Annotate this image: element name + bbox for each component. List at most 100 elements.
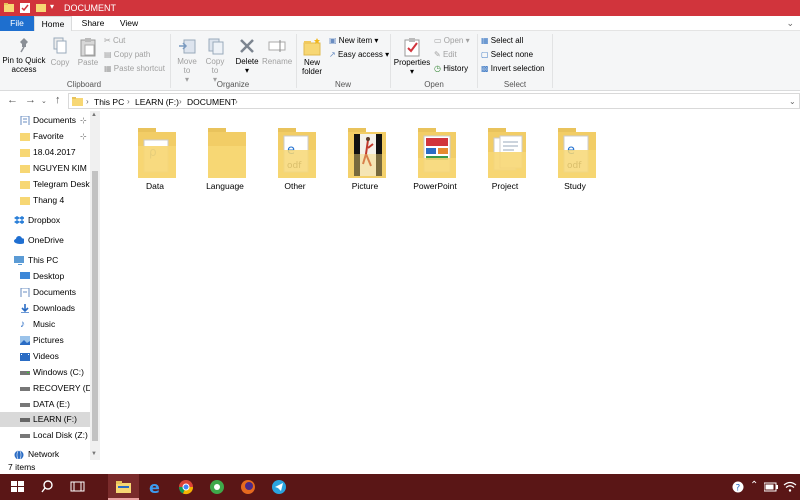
forward-arrow-icon[interactable]: → [25, 94, 36, 106]
nav-pane-scrollbar[interactable]: ▲ ▼ [90, 111, 100, 460]
nav-item-videos[interactable]: Videos [0, 349, 90, 364]
copy-to-button[interactable]: Copy to ▾ [202, 37, 228, 84]
edit-button[interactable]: ✎ Edit [434, 50, 457, 60]
nav-item-telegram-desktop[interactable]: Telegram Desktop [0, 177, 90, 192]
move-to-button[interactable]: Move to ▾ [174, 37, 200, 84]
nav-item-music[interactable]: ♪ Music [0, 317, 90, 332]
breadcrumb-chevron-icon[interactable]: › [179, 97, 182, 106]
select-none-button[interactable]: ▢ Select none [481, 50, 533, 60]
status-bar: 7 items [0, 460, 800, 474]
delete-button[interactable]: Delete ▾ [233, 37, 261, 75]
paste-shortcut-button[interactable]: ▦ Paste shortcut [104, 64, 165, 74]
open-button[interactable]: ▭ Open ▾ [434, 36, 470, 46]
breadcrumb-chevron-icon[interactable]: › [86, 97, 89, 106]
customize-toolbar-icon[interactable]: ▾ [50, 2, 54, 13]
history-button[interactable]: ◷ History [434, 64, 468, 74]
wifi-icon[interactable] [783, 481, 797, 492]
nav-item-pictures[interactable]: Pictures [0, 333, 90, 348]
select-all-button[interactable]: ▦ Select all [481, 36, 523, 46]
new-folder-quick-icon[interactable] [36, 2, 46, 13]
nav-item-this-pc[interactable]: This PC [0, 253, 90, 268]
paste-button[interactable]: Paste [75, 37, 101, 67]
organize-group-label: Organize [216, 80, 250, 89]
breadcrumb-chevron-icon[interactable]: › [235, 97, 238, 106]
folder-project[interactable]: Project [474, 121, 536, 201]
breadcrumb-learn-drive[interactable]: LEARN (F:) [135, 97, 179, 107]
folder-icon [348, 128, 386, 178]
title-bar: ▾ DOCUMENT [0, 0, 800, 16]
folder-other[interactable]: e odf Other [264, 121, 326, 201]
up-arrow-icon[interactable]: ↑ [55, 94, 61, 106]
chrome-icon[interactable] [171, 474, 202, 500]
cut-button[interactable]: ✂ Cut [104, 36, 125, 46]
nav-label: Local Disk (Z:) [33, 430, 88, 440]
copy-button[interactable]: Copy [48, 37, 72, 67]
folder-powerpoint[interactable]: PowerPoint [404, 121, 466, 201]
address-bar[interactable]: › This PC › LEARN (F:) › DOCUMENT › ⌄ [68, 93, 800, 109]
easy-access-button[interactable]: ↗ Easy access ▾ [329, 50, 389, 60]
rename-button[interactable]: Rename [262, 37, 292, 66]
search-icon[interactable] [31, 474, 62, 500]
nav-item-thang-4[interactable]: Thang 4 [0, 193, 90, 208]
scroll-down-icon[interactable]: ▼ [91, 451, 97, 457]
tab-share[interactable]: Share [74, 16, 112, 31]
expand-ribbon-icon[interactable]: ⌄ [786, 18, 794, 29]
show-hidden-icons-icon[interactable]: ⌃ [750, 480, 758, 491]
file-explorer-icon[interactable] [108, 474, 139, 500]
breadcrumb-document[interactable]: DOCUMENT [187, 97, 236, 107]
nav-item-downloads[interactable]: Downloads [0, 301, 90, 316]
scroll-up-icon[interactable]: ▲ [91, 112, 97, 118]
telegram-icon[interactable] [264, 474, 295, 500]
nav-item-local-disk-z[interactable]: Local Disk (Z:) [0, 428, 90, 443]
nav-item-network[interactable]: Network [0, 447, 90, 460]
ribbon-tabs: File Home Share View ⌄ [0, 16, 800, 32]
edge-icon[interactable]: e [140, 474, 171, 500]
folder-data[interactable]: ρ Data [124, 121, 186, 201]
properties-button[interactable]: Properties ▾ [393, 37, 431, 76]
nav-item-documents-quick[interactable]: Documents ⊹ [0, 113, 90, 128]
nav-item-windows-c[interactable]: Windows (C:) [0, 365, 90, 380]
nav-item-onedrive[interactable]: OneDrive [0, 233, 90, 248]
folder-picture[interactable]: Picture [334, 121, 396, 201]
nav-item-learn-f[interactable]: LEARN (F:) [0, 412, 90, 427]
edit-icon: ✎ [434, 50, 441, 59]
new-item-button[interactable]: ▣ New item ▾ [329, 36, 378, 46]
help-icon[interactable]: ? [732, 481, 744, 493]
new-folder-button[interactable]: New folder [298, 37, 326, 76]
start-windows-icon[interactable] [2, 474, 33, 500]
breadcrumb-chevron-icon[interactable]: › [127, 97, 130, 106]
move-to-label: Move to [177, 57, 197, 75]
nav-item-recovery-d[interactable]: RECOVERY (D:) [0, 381, 90, 396]
properties-quick-icon[interactable] [20, 2, 30, 13]
nav-item-18-04-2017[interactable]: 18.04.2017 [0, 145, 90, 160]
folder-study[interactable]: e odf Study [544, 121, 606, 201]
paste-shortcut-icon: ▦ [104, 64, 112, 73]
back-arrow-icon[interactable]: ← [7, 94, 18, 106]
copy-path-button[interactable]: ▤ Copy path [104, 50, 150, 60]
recent-locations-icon[interactable]: ⌄ [41, 97, 47, 105]
firefox-icon[interactable] [233, 474, 264, 500]
task-view-icon[interactable] [62, 474, 93, 500]
nav-item-favorite[interactable]: Favorite ⊹ [0, 129, 90, 144]
address-dropdown-icon[interactable]: ⌄ [789, 97, 796, 106]
folder-language[interactable]: Language [194, 121, 256, 201]
select-none-label: Select none [490, 50, 534, 59]
invert-selection-button[interactable]: ▩ Invert selection [481, 64, 545, 74]
pin-to-quick-access-button[interactable]: Pin to Quick access [2, 37, 46, 74]
battery-icon[interactable] [764, 482, 778, 492]
tab-view[interactable]: View [112, 16, 146, 31]
breadcrumb-this-pc[interactable]: This PC [94, 97, 124, 107]
nav-label: RECOVERY (D:) [33, 383, 90, 393]
folder-label: Project [491, 181, 519, 191]
nav-item-data-e[interactable]: DATA (E:) [0, 397, 90, 412]
drive-icon [20, 371, 30, 375]
scrollbar-thumb[interactable] [92, 171, 98, 441]
tab-file[interactable]: File [0, 16, 34, 31]
folder-icon [72, 97, 83, 106]
nav-item-nguyen-kim[interactable]: NGUYEN KIM [0, 161, 90, 176]
tab-home[interactable]: Home [34, 16, 72, 32]
nav-item-desktop[interactable]: Desktop [0, 269, 90, 284]
coc-coc-icon[interactable] [202, 474, 233, 500]
nav-item-documents[interactable]: Documents [0, 285, 90, 300]
nav-item-dropbox[interactable]: Dropbox [0, 213, 90, 228]
